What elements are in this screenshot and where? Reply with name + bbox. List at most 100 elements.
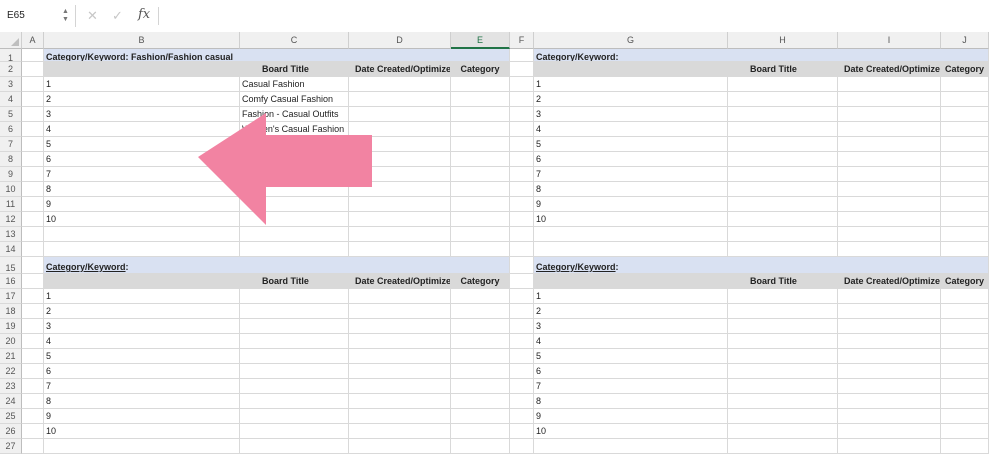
bottom-right-title[interactable]: Category/Keyword: <box>534 257 989 274</box>
row-number[interactable]: 9 <box>44 409 240 424</box>
cell[interactable] <box>349 227 451 242</box>
cell[interactable] <box>349 137 451 152</box>
board-title-cell[interactable]: Women's Casual Fashion <box>240 122 349 137</box>
row-header-7[interactable]: 7 <box>0 137 22 152</box>
row-header-15[interactable]: 15 <box>0 257 22 274</box>
cell[interactable] <box>838 227 941 242</box>
header-category[interactable]: Category <box>941 62 989 77</box>
cell[interactable] <box>510 257 534 274</box>
cell[interactable] <box>22 62 44 77</box>
row-number[interactable]: 10 <box>44 424 240 439</box>
cell[interactable] <box>510 304 534 319</box>
cell[interactable] <box>22 394 44 409</box>
cell[interactable] <box>838 182 941 197</box>
cell[interactable] <box>349 122 451 137</box>
top-left-title[interactable]: Category/Keyword: Fashion/Fashion casual <box>44 49 510 62</box>
row-number[interactable]: 8 <box>44 394 240 409</box>
select-all-corner[interactable] <box>0 32 22 49</box>
cell[interactable] <box>838 439 941 454</box>
row-header-5[interactable]: 5 <box>0 107 22 122</box>
row-number[interactable]: 8 <box>534 182 728 197</box>
column-header-j[interactable]: J <box>941 32 989 49</box>
cell[interactable] <box>451 409 510 424</box>
cell[interactable] <box>22 334 44 349</box>
cell[interactable] <box>941 364 989 379</box>
column-header-e[interactable]: E <box>451 32 510 49</box>
top-right-title[interactable]: Category/Keyword: <box>534 49 989 62</box>
cell[interactable] <box>451 334 510 349</box>
cell[interactable] <box>22 182 44 197</box>
board-title-cell[interactable] <box>240 334 349 349</box>
cell[interactable] <box>510 334 534 349</box>
board-title-cell[interactable]: Casual Fashion <box>240 77 349 92</box>
board-title-cell[interactable] <box>728 122 838 137</box>
cell[interactable] <box>941 304 989 319</box>
cell[interactable] <box>941 409 989 424</box>
row-header-6[interactable]: 6 <box>0 122 22 137</box>
cell[interactable] <box>941 212 989 227</box>
cell[interactable] <box>349 319 451 334</box>
board-title-cell[interactable] <box>728 167 838 182</box>
row-header-21[interactable]: 21 <box>0 349 22 364</box>
cell[interactable] <box>451 182 510 197</box>
cell[interactable] <box>349 424 451 439</box>
cell[interactable] <box>451 137 510 152</box>
row-number[interactable]: 4 <box>44 122 240 137</box>
cell[interactable] <box>22 257 44 274</box>
row-number[interactable]: 2 <box>534 92 728 107</box>
cell[interactable] <box>22 349 44 364</box>
cell[interactable] <box>728 439 838 454</box>
column-header-i[interactable]: I <box>838 32 941 49</box>
cell[interactable] <box>838 107 941 122</box>
row-header-8[interactable]: 8 <box>0 152 22 167</box>
cell[interactable] <box>22 152 44 167</box>
board-title-cell[interactable] <box>240 394 349 409</box>
cell[interactable] <box>534 227 728 242</box>
cell[interactable] <box>510 77 534 92</box>
cell[interactable] <box>510 62 534 77</box>
cell[interactable] <box>22 212 44 227</box>
row-number[interactable]: 4 <box>534 334 728 349</box>
header-date-created[interactable]: Date Created/Optimized <box>349 62 451 77</box>
row-header-10[interactable]: 10 <box>0 182 22 197</box>
row-header-4[interactable]: 4 <box>0 92 22 107</box>
cell[interactable] <box>44 227 240 242</box>
cell[interactable] <box>510 409 534 424</box>
cell[interactable] <box>510 424 534 439</box>
cell[interactable] <box>941 379 989 394</box>
row-number[interactable]: 7 <box>534 379 728 394</box>
cell[interactable] <box>349 289 451 304</box>
cell[interactable] <box>941 242 989 257</box>
row-header-16[interactable]: 16 <box>0 274 22 289</box>
board-title-cell[interactable] <box>728 152 838 167</box>
cell[interactable] <box>44 439 240 454</box>
cell[interactable] <box>451 242 510 257</box>
row-header-9[interactable]: 9 <box>0 167 22 182</box>
cell[interactable] <box>22 242 44 257</box>
board-title-cell[interactable] <box>728 289 838 304</box>
cell[interactable] <box>941 439 989 454</box>
confirm-icon[interactable]: ✓ <box>112 8 123 24</box>
board-title-cell[interactable] <box>240 304 349 319</box>
cell[interactable] <box>349 439 451 454</box>
board-title-cell[interactable] <box>240 152 349 167</box>
cell[interactable] <box>510 379 534 394</box>
insert-function-icon[interactable]: fx <box>138 7 150 22</box>
cell[interactable] <box>510 122 534 137</box>
cell[interactable] <box>451 424 510 439</box>
cell[interactable] <box>22 379 44 394</box>
header-category[interactable]: Category <box>451 274 510 289</box>
bottom-left-title[interactable]: Category/Keyword: <box>44 257 510 274</box>
header-board-title[interactable]: Board Title <box>728 62 838 77</box>
cell[interactable] <box>22 77 44 92</box>
board-title-cell[interactable] <box>240 167 349 182</box>
header-board-title[interactable]: Board Title <box>240 62 349 77</box>
cell[interactable] <box>349 92 451 107</box>
cell[interactable] <box>941 122 989 137</box>
cell[interactable] <box>240 227 349 242</box>
header-number[interactable] <box>44 274 240 289</box>
cell[interactable] <box>510 137 534 152</box>
cell[interactable] <box>941 349 989 364</box>
cell[interactable] <box>22 289 44 304</box>
header-category[interactable]: Category <box>451 62 510 77</box>
